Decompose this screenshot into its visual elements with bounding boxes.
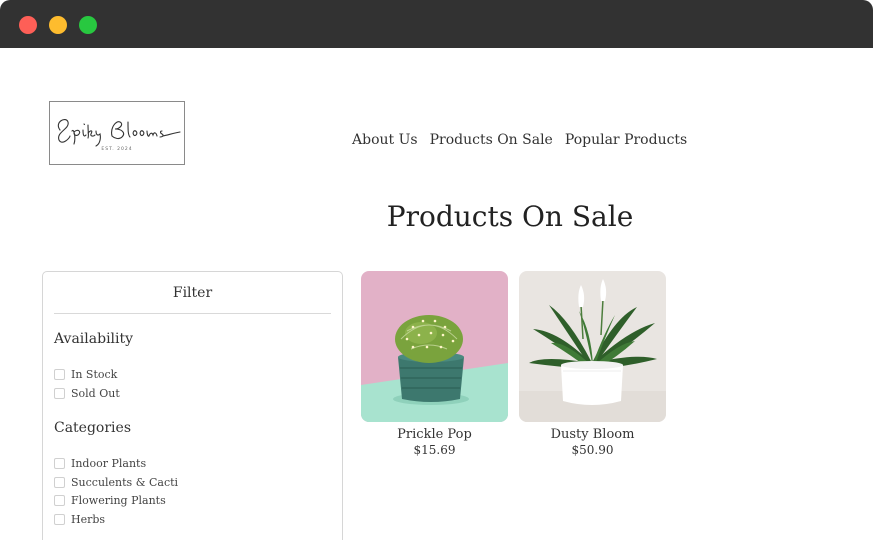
- filter-panel: Filter Availability In Stock Sold Out Ca…: [42, 271, 343, 540]
- product-image-cactus[interactable]: [361, 271, 508, 422]
- product-price: $15.69: [413, 443, 456, 457]
- product-card-dusty-bloom[interactable]: Dusty Bloom $50.90: [519, 271, 666, 457]
- close-window-button[interactable]: [19, 16, 37, 34]
- filter-title: Filter: [172, 285, 213, 301]
- filter-option-indoor-plants[interactable]: Indoor Plants: [54, 457, 146, 470]
- brand-logo[interactable]: EST. 2024: [49, 101, 185, 165]
- checkbox[interactable]: [54, 458, 65, 469]
- logo-established: EST. 2024: [101, 147, 133, 152]
- nav-popular-products[interactable]: Popular Products: [565, 132, 687, 148]
- checkbox[interactable]: [54, 514, 65, 525]
- product-price: $50.90: [571, 443, 614, 457]
- product-card-prickle-pop[interactable]: Prickle Pop $15.69: [361, 271, 508, 457]
- nav-about-us[interactable]: About Us: [352, 132, 418, 148]
- logo-script-icon: [57, 119, 181, 147]
- filter-option-label: Indoor Plants: [71, 457, 147, 470]
- filter-option-label: In Stock: [71, 368, 118, 381]
- filter-option-label: Flowering Plants: [71, 494, 166, 507]
- main-nav: About Us Products On Sale Popular Produc…: [352, 132, 687, 148]
- window-titlebar: [0, 0, 873, 48]
- filter-option-label: Sold Out: [71, 387, 120, 400]
- filter-option-herbs[interactable]: Herbs: [54, 513, 105, 526]
- filter-option-in-stock[interactable]: In Stock: [54, 368, 117, 381]
- checkbox[interactable]: [54, 477, 65, 488]
- nav-products-on-sale[interactable]: Products On Sale: [430, 132, 553, 148]
- filter-option-label: Herbs: [71, 513, 106, 526]
- filter-option-flowering-plants[interactable]: Flowering Plants: [54, 494, 166, 507]
- minimize-window-button[interactable]: [49, 16, 67, 34]
- categories-heading: Categories: [54, 420, 131, 436]
- page-title: Products On Sale: [386, 200, 634, 233]
- filter-option-succulents-cacti[interactable]: Succulents & Cacti: [54, 476, 178, 489]
- checkbox[interactable]: [54, 495, 65, 506]
- checkbox[interactable]: [54, 369, 65, 380]
- filter-option-label: Succulents & Cacti: [71, 476, 179, 489]
- maximize-window-button[interactable]: [79, 16, 97, 34]
- filter-divider: [54, 313, 331, 314]
- product-name[interactable]: Prickle Pop: [361, 427, 508, 442]
- filter-option-sold-out[interactable]: Sold Out: [54, 387, 120, 400]
- checkbox[interactable]: [54, 388, 65, 399]
- availability-heading: Availability: [54, 331, 134, 347]
- cactus-image-icon: [361, 271, 508, 422]
- peace-lily-image-icon: [519, 271, 666, 422]
- product-image-peace-lily[interactable]: [519, 271, 666, 422]
- product-name[interactable]: Dusty Bloom: [519, 427, 666, 442]
